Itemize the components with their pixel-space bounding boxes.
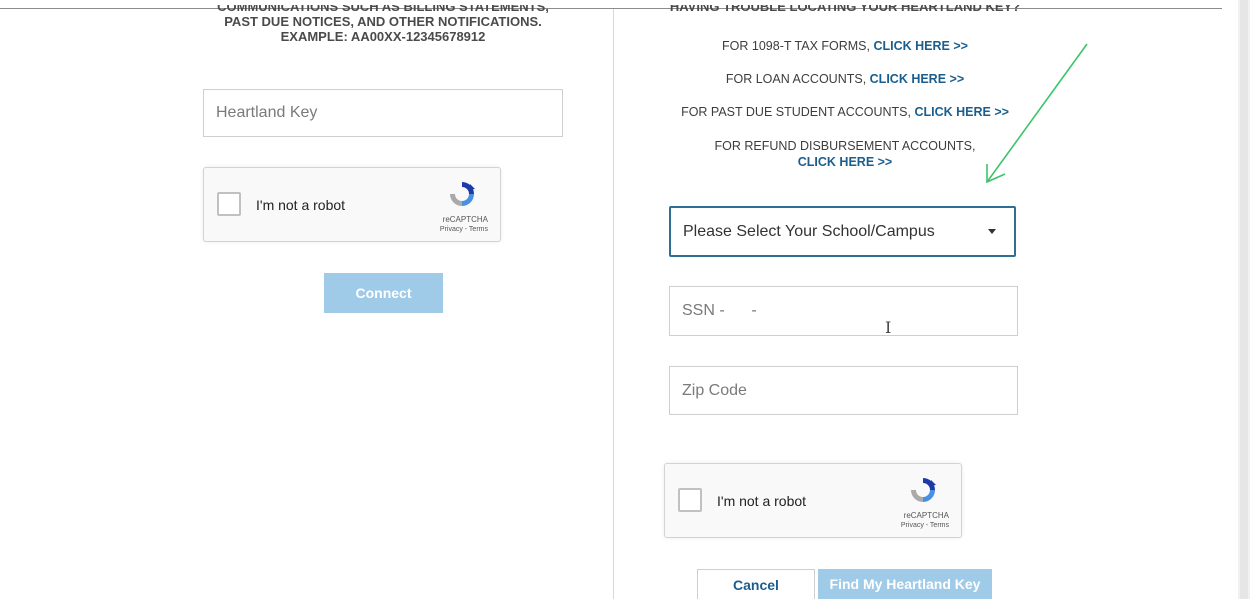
school-campus-select[interactable]: Please Select Your School/Campus <box>669 206 1016 257</box>
cancel-button-label: Cancel <box>733 576 779 593</box>
intro-line: EXAMPLE: AA00XX-12345678912 <box>280 29 486 44</box>
connect-button[interactable]: Connect <box>324 273 443 313</box>
recaptcha-brand: reCAPTCHA <box>442 215 488 224</box>
recaptcha-terms-link[interactable]: Privacy - Terms <box>440 226 488 233</box>
trouble-heading: HAVING TROUBLE LOCATING YOUR HEARTLAND K… <box>669 5 1021 14</box>
recaptcha-label: I'm not a robot <box>256 197 346 213</box>
text-cursor-icon: I <box>885 318 892 337</box>
link-loan-text: FOR LOAN ACCOUNTS, <box>725 72 867 86</box>
link-1098t-text: FOR 1098-T TAX FORMS, <box>722 39 870 53</box>
find-heartland-key-button[interactable]: Find My Heartland Key <box>818 569 992 599</box>
cancel-button[interactable]: Cancel <box>697 569 815 599</box>
scrollbar-thumb[interactable] <box>1240 0 1248 599</box>
zip-placeholder: Zip Code <box>682 381 747 399</box>
ssn-input[interactable]: SSN - - <box>669 286 1018 336</box>
heartland-key-description: COMMUNICATIONS SUCH AS BILLING STATEMENT… <box>203 5 563 44</box>
find-button-label: Find My Heartland Key <box>829 576 981 592</box>
zip-code-input[interactable]: Zip Code <box>669 366 1018 415</box>
intro-line: PAST DUE NOTICES, AND OTHER NOTIFICATION… <box>224 14 542 29</box>
recaptcha-checkbox[interactable] <box>678 488 702 512</box>
panel-divider <box>613 9 614 599</box>
link-past-due-text: FOR PAST DUE STUDENT ACCOUNTS, <box>681 105 911 119</box>
chevron-down-icon <box>988 229 996 234</box>
recaptcha-logo-icon <box>911 478 936 502</box>
intro-line: COMMUNICATIONS SUCH AS BILLING STATEMENT… <box>217 5 549 14</box>
recaptcha-checkbox[interactable] <box>217 192 241 216</box>
recaptcha-widget-left: I'm not a robot reCAPTCHA Privacy - Term… <box>203 167 501 242</box>
page: COMMUNICATIONS SUCH AS BILLING STATEMENT… <box>0 0 1250 599</box>
heartland-key-placeholder: Heartland Key <box>216 104 318 121</box>
recaptcha-logo-icon <box>450 182 475 206</box>
link-loan-click-here[interactable]: CLICK HERE >> <box>870 72 964 86</box>
recaptcha-terms-link[interactable]: Privacy - Terms <box>901 522 949 529</box>
recaptcha-brand: reCAPTCHA <box>903 511 949 520</box>
link-1098t-click-here[interactable]: CLICK HERE >> <box>873 39 967 53</box>
connect-button-label: Connect <box>355 285 412 301</box>
heartland-key-input[interactable]: Heartland Key <box>203 89 563 137</box>
annotation-arrow-icon <box>986 43 1088 184</box>
ssn-placeholder: SSN - - <box>682 302 757 319</box>
school-campus-selected: Please Select Your School/Campus <box>683 222 935 240</box>
recaptcha-widget-right: I'm not a robot reCAPTCHA Privacy - Term… <box>664 463 962 538</box>
recaptcha-label: I'm not a robot <box>717 493 807 509</box>
